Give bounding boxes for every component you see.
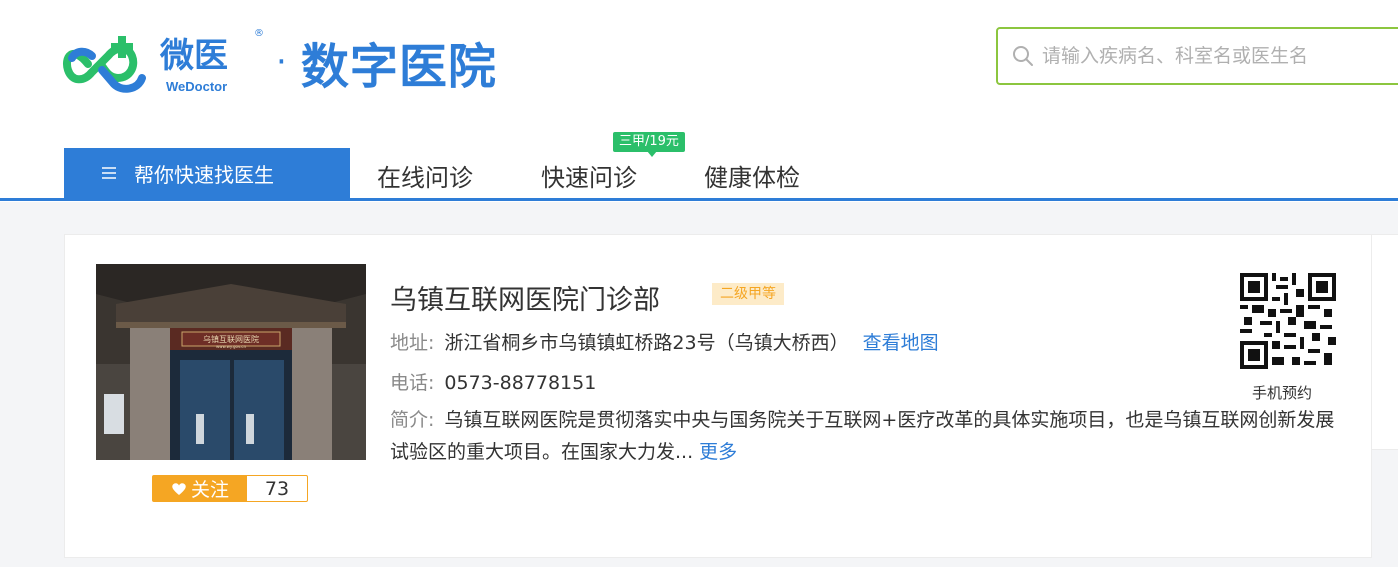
photo-sign-text: 乌镇互联网医院 — [203, 334, 259, 344]
follow-label: 关注 — [190, 479, 229, 501]
nav-health-checkup[interactable]: 健康体检 — [704, 158, 800, 193]
phone-value: 0573-88778151 — [444, 372, 597, 394]
heart-icon — [172, 482, 186, 495]
logo-separator: · — [276, 42, 287, 82]
follow-count: 73 — [264, 477, 290, 500]
wedoctor-logo-icon — [63, 36, 146, 93]
nav-find-doctor[interactable]: 帮你快速找医生 — [64, 148, 350, 198]
address-row: 地址: 浙江省桐乡市乌镇镇虹桥路23号（乌镇大桥西） 查看地图 — [390, 328, 939, 355]
intro-text: 乌镇互联网医院是贯彻落实中央与国务院关于互联网+医疗改革的具体实施项目，也是乌镇… — [390, 409, 1335, 463]
nav-underline — [0, 198, 1398, 201]
follow-control[interactable]: 关注 73 — [152, 475, 308, 502]
intro-row: 简介: 乌镇互联网医院是贯彻落实中央与国务院关于互联网+医疗改革的具体实施项目，也… — [390, 404, 1350, 468]
hospital-photo[interactable]: 乌镇互联网医院 www.wy.gov.cn — [96, 264, 366, 460]
address-value: 浙江省桐乡市乌镇镇虹桥路23号（乌镇大桥西） — [444, 332, 849, 354]
view-map-link[interactable]: 查看地图 — [863, 332, 939, 354]
hospital-level-badge: 二级甲等 — [712, 283, 784, 305]
nav-find-doctor-label: 帮你快速找医生 — [134, 162, 274, 187]
quick-consult-badge: 三甲/19元 — [613, 132, 685, 157]
next-card-edge — [1372, 234, 1398, 450]
intro-label: 简介: — [390, 409, 435, 431]
logo-cn-text: 微医 — [160, 36, 228, 76]
registered-mark: ® — [254, 28, 264, 39]
site-title: 数字医院 — [300, 39, 497, 95]
qr-code — [1240, 273, 1336, 369]
logo-en-text: WeDoctor — [166, 79, 228, 94]
more-link[interactable]: 更多 — [699, 441, 737, 463]
hospital-name[interactable]: 乌镇互联网医院门诊部 — [390, 278, 660, 317]
nav-online-consult[interactable]: 在线问诊 — [377, 158, 473, 193]
mobile-booking-label: 手机预约 — [1252, 384, 1313, 402]
phone-label: 电话: — [390, 372, 435, 394]
main-nav: 帮你快速找医生 在线问诊 快速问诊 三甲/19元 健康体检 — [0, 132, 1398, 202]
wedoctor-logo[interactable]: 微医 · 数字医院 WeDoctor ® — [62, 24, 497, 104]
phone-row: 电话: 0573-88778151 — [390, 368, 596, 395]
search-icon[interactable] — [1012, 45, 1034, 67]
site-header: 微医 · 数字医院 WeDoctor ® 帮你快速找医生 在线问诊 快速问诊 三… — [0, 0, 1398, 202]
menu-icon — [102, 167, 116, 179]
follow-button[interactable]: 关注 — [153, 476, 247, 501]
search-box[interactable] — [996, 27, 1398, 85]
nav-quick-consult[interactable]: 快速问诊 — [541, 158, 637, 193]
search-input[interactable] — [1042, 45, 1398, 67]
photo-sign-url: www.wy.gov.cn — [216, 344, 247, 349]
address-label: 地址: — [390, 332, 435, 354]
